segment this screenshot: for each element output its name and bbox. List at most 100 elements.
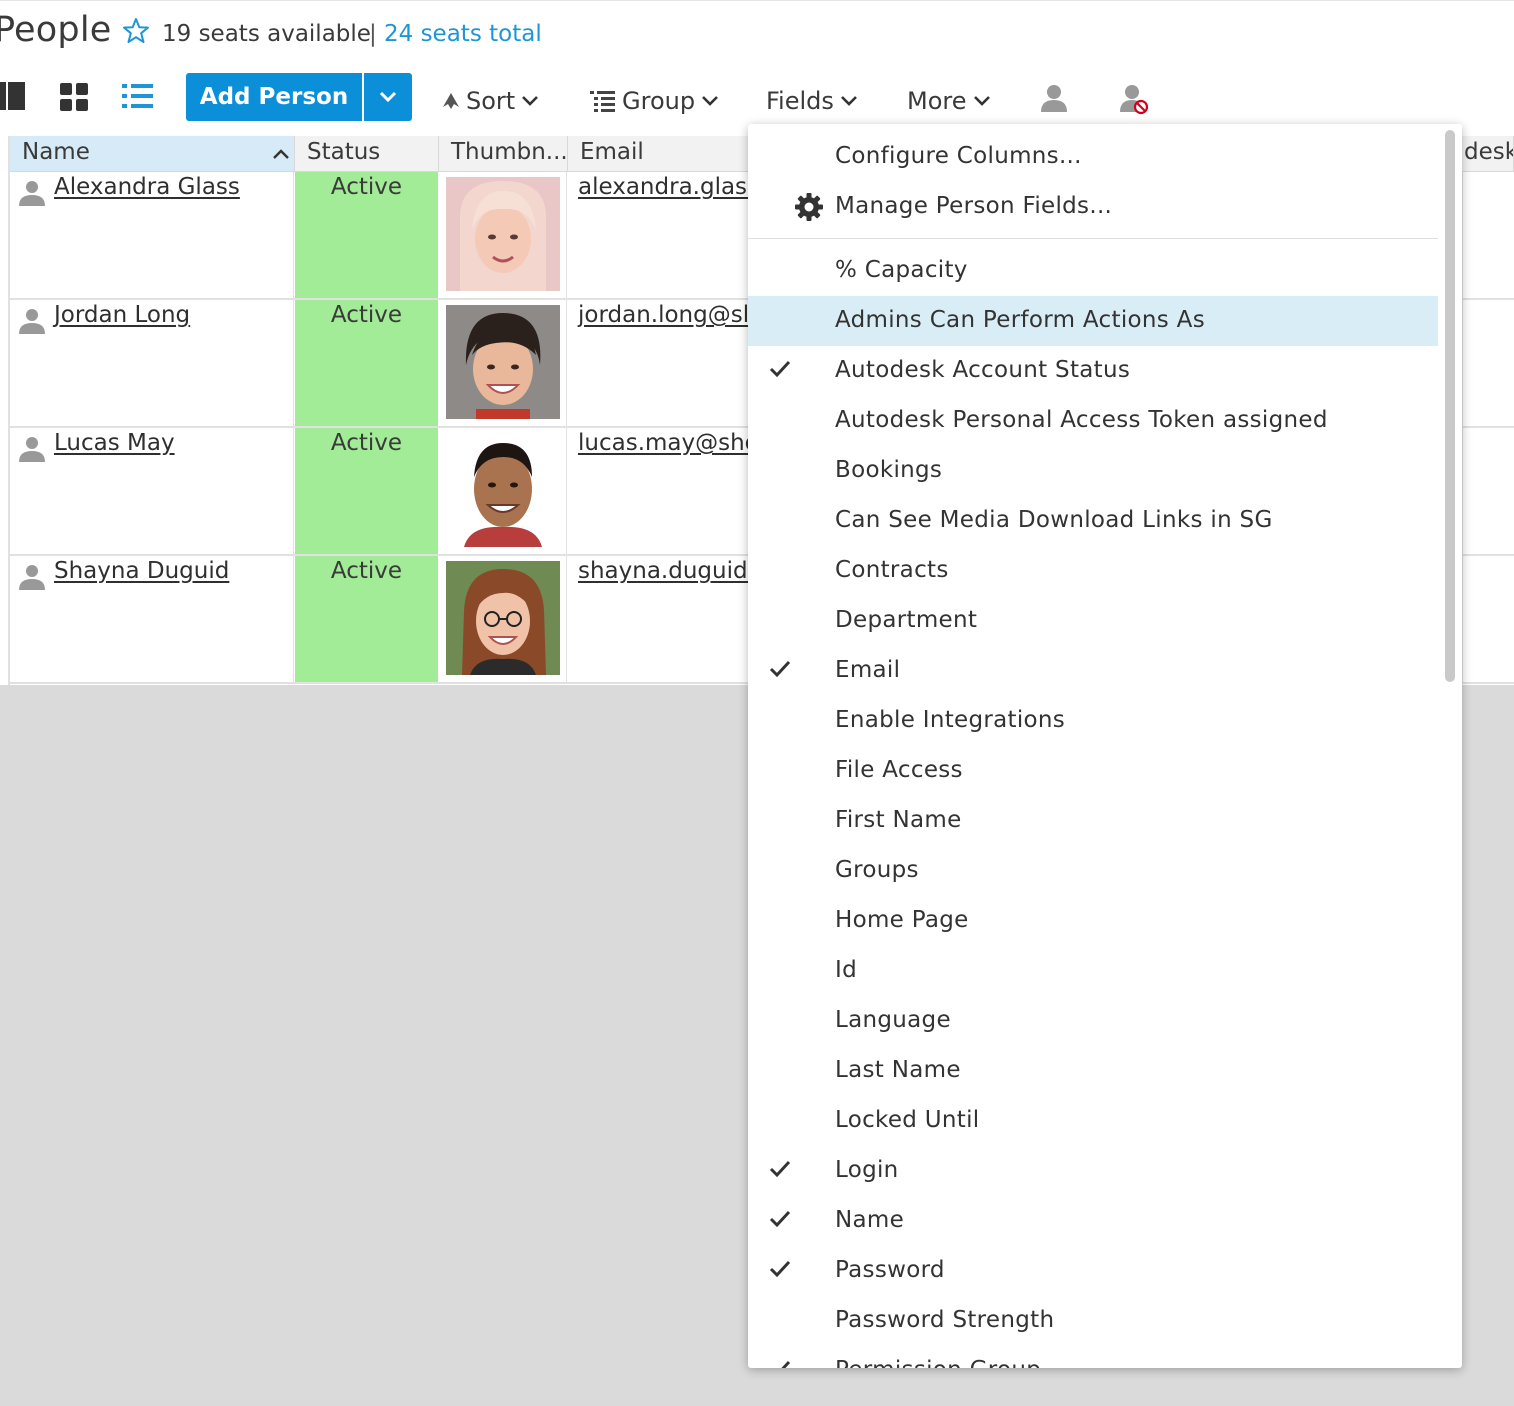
- field-menu-item[interactable]: Login: [748, 1146, 1438, 1196]
- email-cell: lucas.may@sho: [568, 428, 758, 554]
- person-name-link[interactable]: Alexandra Glass: [54, 174, 240, 200]
- checkmark-icon: [769, 660, 791, 678]
- status-cell: Active: [295, 556, 438, 682]
- menu-item-label: Manage Person Fields...: [835, 193, 1113, 219]
- field-menu-item[interactable]: Admins Can Perform Actions As: [748, 296, 1438, 346]
- email-link[interactable]: alexandra.glass: [578, 174, 758, 200]
- more-label: More: [907, 87, 967, 115]
- add-person-dropdown-button[interactable]: [364, 73, 412, 121]
- field-menu-item[interactable]: Last Name: [748, 1046, 1438, 1096]
- menu-item-label: Bookings: [835, 457, 943, 483]
- menu-item-label: Configure Columns...: [835, 143, 1082, 169]
- field-menu-item[interactable]: Email: [748, 646, 1438, 696]
- name-cell: Jordan Long: [10, 300, 294, 426]
- field-menu-item[interactable]: First Name: [748, 796, 1438, 846]
- manage-person-fields-item[interactable]: Manage Person Fields...: [748, 182, 1438, 232]
- field-menu-item[interactable]: Name: [748, 1196, 1438, 1246]
- column-divider: [1462, 428, 1463, 554]
- thumbnail-cell: [439, 172, 567, 298]
- menu-item-label: Admins Can Perform Actions As: [835, 307, 1205, 333]
- favorite-star-icon[interactable]: [122, 17, 150, 45]
- name-cell: Alexandra Glass: [10, 172, 294, 298]
- field-menu-item[interactable]: Enable Integrations: [748, 696, 1438, 746]
- column-header-status[interactable]: Status: [295, 136, 439, 172]
- email-link[interactable]: shayna.duguid@: [578, 558, 758, 584]
- menu-item-label: Groups: [835, 857, 919, 883]
- column-header-thumbnail[interactable]: Thumbn...: [439, 136, 568, 172]
- field-menu-item[interactable]: Autodesk Account Status: [748, 346, 1438, 396]
- menu-item-label: % Capacity: [835, 257, 968, 283]
- field-menu-item[interactable]: File Access: [748, 746, 1438, 796]
- menu-item-label: Name: [835, 1207, 905, 1233]
- chevron-down-icon: [840, 96, 857, 106]
- group-menu[interactable]: Group: [590, 85, 719, 117]
- field-menu-item[interactable]: Department: [748, 596, 1438, 646]
- checkmark-icon: [769, 360, 791, 378]
- field-menu-item[interactable]: Can See Media Download Links in SG: [748, 496, 1438, 546]
- column-header-autodesk[interactable]: desk: [1454, 136, 1514, 172]
- list-view-icon[interactable]: [122, 81, 154, 113]
- field-menu-item[interactable]: Contracts: [748, 546, 1438, 596]
- active-people-filter-icon[interactable]: [1039, 83, 1069, 113]
- person-thumbnail[interactable]: [446, 305, 560, 419]
- sort-icon: [443, 93, 459, 109]
- menu-divider: [748, 238, 1438, 239]
- field-menu-item[interactable]: Language: [748, 996, 1438, 1046]
- menu-item-label: Locked Until: [835, 1107, 980, 1133]
- row-selector-column[interactable]: [0, 136, 10, 685]
- email-link[interactable]: lucas.may@sho: [578, 430, 758, 456]
- field-menu-item[interactable]: Password: [748, 1246, 1438, 1296]
- person-thumbnail[interactable]: [446, 177, 560, 291]
- name-cell: Shayna Duguid: [10, 556, 294, 682]
- field-menu-item[interactable]: Permission Group: [748, 1346, 1438, 1368]
- column-header-name[interactable]: Name: [10, 136, 295, 172]
- person-icon: [19, 309, 45, 334]
- menu-item-label: Login: [835, 1157, 899, 1183]
- status-cell: Active: [295, 300, 438, 426]
- person-thumbnail[interactable]: [446, 561, 560, 675]
- thumbnail-cell: [439, 428, 567, 554]
- menu-scrollbar[interactable]: [1445, 130, 1455, 682]
- column-divider: [1462, 172, 1463, 298]
- field-menu-item[interactable]: Password Strength: [748, 1296, 1438, 1346]
- menu-item-label: Email: [835, 657, 901, 683]
- page-title: People: [0, 10, 112, 50]
- detail-view-icon[interactable]: [0, 81, 26, 113]
- menu-item-label: Can See Media Download Links in SG: [835, 507, 1273, 533]
- menu-item-label: First Name: [835, 807, 962, 833]
- gear-icon: [795, 193, 823, 221]
- field-menu-item[interactable]: Groups: [748, 846, 1438, 896]
- more-menu[interactable]: More: [901, 85, 991, 117]
- field-menu-item[interactable]: Locked Until: [748, 1096, 1438, 1146]
- field-menu-item[interactable]: Home Page: [748, 896, 1438, 946]
- checkmark-icon: [769, 1160, 791, 1178]
- field-menu-item[interactable]: Id: [748, 946, 1438, 996]
- group-icon: [590, 91, 615, 112]
- status-cell: Active: [295, 172, 438, 298]
- email-link[interactable]: jordan.long@sl: [578, 302, 749, 328]
- grid-view-icon[interactable]: [60, 81, 90, 113]
- fields-menu[interactable]: Fields: [760, 85, 858, 117]
- person-name-link[interactable]: Shayna Duguid: [54, 558, 229, 584]
- thumbnail-cell: [439, 300, 567, 426]
- field-menu-item[interactable]: % Capacity: [748, 246, 1438, 296]
- checkmark-icon: [769, 1210, 791, 1228]
- seats-total-link[interactable]: 24 seats total: [384, 21, 542, 47]
- field-menu-item[interactable]: Bookings: [748, 446, 1438, 496]
- person-thumbnail[interactable]: [446, 433, 560, 547]
- group-label: Group: [622, 87, 696, 115]
- page-header: People 19 seats available | 24 seats tot…: [0, 0, 1514, 136]
- configure-columns-item[interactable]: Configure Columns...: [748, 132, 1438, 182]
- column-divider: [1462, 556, 1463, 682]
- seats-available: 19 seats available: [162, 21, 371, 47]
- field-menu-item[interactable]: Autodesk Personal Access Token assigned: [748, 396, 1438, 446]
- menu-item-label: Last Name: [835, 1057, 961, 1083]
- add-person-button[interactable]: Add Person: [186, 73, 362, 121]
- sort-menu[interactable]: Sort: [442, 85, 539, 117]
- inactive-people-filter-icon[interactable]: [1118, 83, 1150, 115]
- person-icon: [19, 565, 45, 590]
- person-name-link[interactable]: Lucas May: [54, 430, 175, 456]
- menu-item-label: Department: [835, 607, 978, 633]
- person-name-link[interactable]: Jordan Long: [54, 302, 190, 328]
- column-header-email[interactable]: Email: [568, 136, 758, 172]
